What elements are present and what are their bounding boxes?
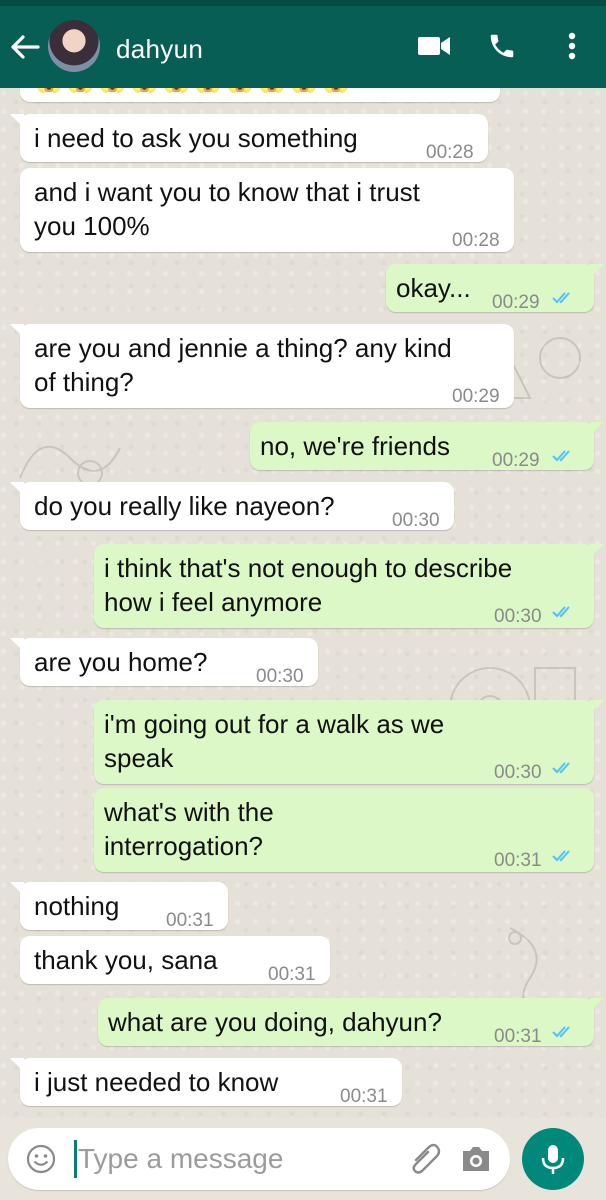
message-time: 00:28 <box>452 230 500 251</box>
read-ticks-icon <box>552 450 570 462</box>
message-bubble-incoming[interactable]: are you and jennie a thing? any kind of … <box>10 324 514 408</box>
message-input[interactable]: Type a message <box>8 1128 510 1190</box>
message-bubble-outgoing[interactable]: okay... 00:29 <box>386 264 604 313</box>
read-ticks-icon <box>552 762 570 774</box>
message-time: 00:29 <box>452 386 500 407</box>
message-bubble-incoming[interactable]: i just needed to know 00:31 <box>10 1058 402 1107</box>
message-bubble-outgoing[interactable]: no, we're friends 00:29 <box>250 422 604 471</box>
message-text: thank you, sana <box>34 945 218 975</box>
message-text: i think that's not enough to describe <box>104 553 513 583</box>
message-bubble-incoming[interactable]: 😱😱😱😱😱😱😱😱😱😱 15:25 <box>20 88 500 102</box>
message-bubble-incoming[interactable]: i need to ask you something 00:28 <box>10 114 488 163</box>
attach-icon[interactable] <box>408 1142 442 1181</box>
read-ticks-icon <box>552 292 570 304</box>
message-text: do you really like nayeon? <box>34 491 335 521</box>
read-ticks-icon <box>552 850 570 862</box>
composer-bar: Type a message <box>0 1118 606 1200</box>
mic-icon <box>541 1145 565 1174</box>
emoji-icon[interactable] <box>26 1144 56 1179</box>
message-time: 00:30 <box>392 510 440 531</box>
message-time: 00:30 <box>494 606 542 627</box>
message-text: of thing? <box>34 367 134 397</box>
back-arrow-icon[interactable] <box>8 30 42 64</box>
message-text: are you home? <box>34 647 208 677</box>
text-cursor <box>74 1140 77 1178</box>
message-time: 00:30 <box>256 666 304 687</box>
message-bubble-incoming[interactable]: and i want you to know that i trust you … <box>20 168 514 252</box>
message-text: nothing <box>34 891 120 921</box>
message-text: how i feel anymore <box>104 587 323 617</box>
phone-icon[interactable] <box>482 26 522 66</box>
message-text: speak <box>104 743 174 773</box>
video-call-icon[interactable] <box>414 26 454 66</box>
message-text: interrogation? <box>104 831 263 861</box>
avatar[interactable] <box>48 20 100 72</box>
message-bubble-incoming[interactable]: nothing 00:31 <box>10 882 228 931</box>
message-text: no, we're friends <box>260 431 450 461</box>
read-ticks-icon <box>552 606 570 618</box>
message-bubble-incoming[interactable]: are you home? 00:30 <box>10 638 318 687</box>
message-text: i need to ask you something <box>34 123 358 153</box>
message-bubble-incoming[interactable]: thank you, sana 00:31 <box>20 936 330 985</box>
more-options-icon[interactable] <box>552 26 592 66</box>
message-text: i'm going out for a walk as we <box>104 709 445 739</box>
message-text: okay... <box>396 273 471 303</box>
message-time: 00:28 <box>426 142 474 163</box>
message-time: 00:31 <box>166 910 214 931</box>
message-text: what are you doing, dahyun? <box>108 1007 442 1037</box>
message-time: 00:31 <box>494 1026 542 1047</box>
message-time: 00:29 <box>492 292 540 313</box>
message-text: you 100% <box>34 211 150 241</box>
message-time: 00:29 <box>492 450 540 471</box>
message-bubble-outgoing[interactable]: what are you doing, dahyun? 00:31 <box>98 998 604 1047</box>
message-time: 00:31 <box>494 850 542 871</box>
message-time: 00:31 <box>268 964 316 985</box>
chat-area[interactable]: 😱😱😱😱😱😱😱😱😱😱 15:25 i need to ask you somet… <box>0 88 606 1118</box>
message-bubble-outgoing[interactable]: i think that's not enough to describe ho… <box>94 544 604 628</box>
chat-header: dahyun <box>0 6 606 88</box>
message-text: i just needed to know <box>34 1067 279 1097</box>
contact-name[interactable]: dahyun <box>116 34 203 65</box>
message-bubble-outgoing[interactable]: what's with the interrogation? 00:31 <box>94 788 594 872</box>
message-time: 00:31 <box>340 1086 388 1107</box>
camera-icon[interactable] <box>460 1144 492 1179</box>
message-time: 00:30 <box>494 762 542 783</box>
message-time: 15:25 <box>410 88 458 99</box>
message-text: what's with the <box>104 797 274 827</box>
message-input-placeholder: Type a message <box>78 1143 284 1174</box>
mic-button[interactable] <box>522 1128 584 1190</box>
message-bubble-outgoing[interactable]: i'm going out for a walk as we speak 00:… <box>94 700 604 784</box>
message-bubble-incoming[interactable]: do you really like nayeon? 00:30 <box>10 482 454 531</box>
message-text: 😱😱😱😱😱😱😱😱😱😱 <box>34 88 353 97</box>
read-ticks-icon <box>552 1026 570 1038</box>
message-text: and i want you to know that i trust <box>34 177 420 207</box>
message-text: are you and jennie a thing? any kind <box>34 333 452 363</box>
